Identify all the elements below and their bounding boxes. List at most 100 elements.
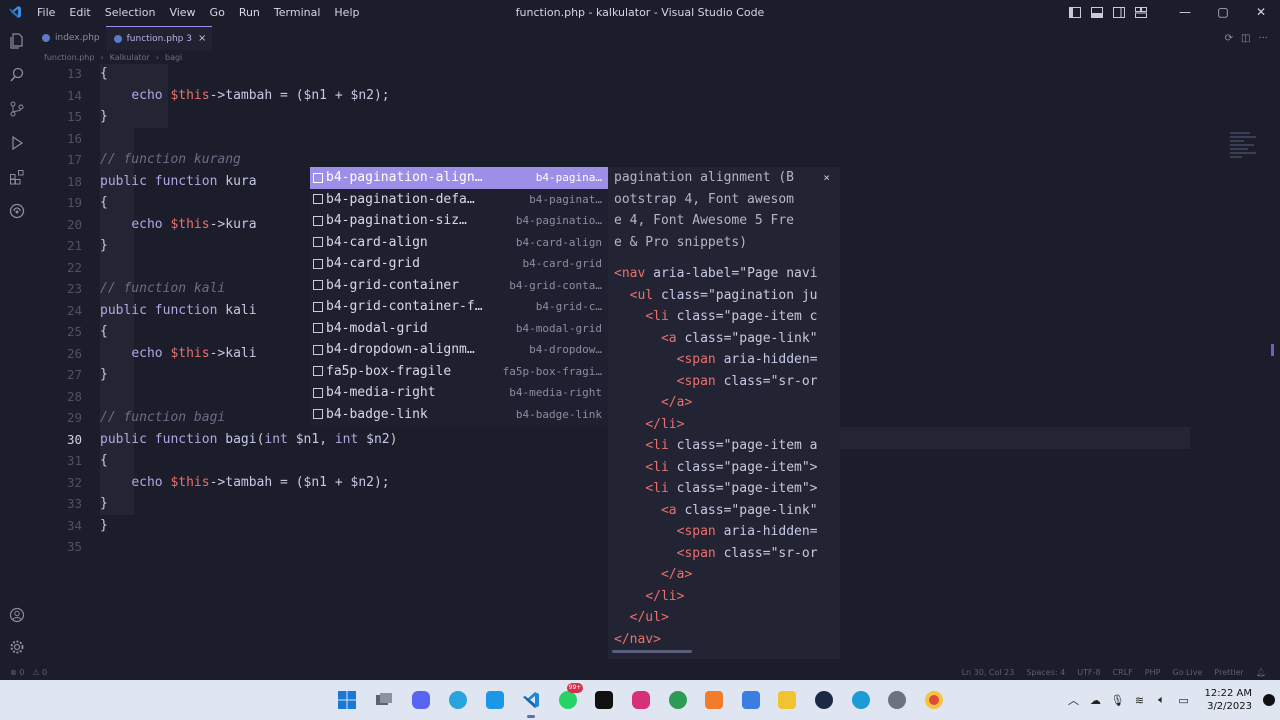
menu-selection[interactable]: Selection [98,6,163,19]
telegram-icon[interactable] [445,687,471,713]
snippet-preview-line: </a> [660,395,693,410]
suggestion-item[interactable]: b4-modal-grid b4-modal-grid [310,318,608,340]
menu-view[interactable]: View [162,6,202,19]
suggestion-item[interactable]: b4-card-grid b4-card-grid [310,253,608,275]
suggestion-item[interactable]: b4-card-align b4-card-align [310,232,608,254]
show-hidden-icons-chevron-icon[interactable]: ︿ [1063,680,1085,720]
store-icon[interactable] [738,687,764,713]
menu-run[interactable]: Run [232,6,267,19]
chat-app-icon[interactable] [482,687,508,713]
suggestion-item[interactable]: b4-pagination-align… b4-pagina… [310,167,608,189]
toggle-secondary-sidebar-icon[interactable] [1108,0,1130,24]
volume-icon[interactable]: 🔈︎ [1151,680,1173,720]
open-changes-icon[interactable]: ⟳ [1225,33,1233,44]
clock[interactable]: 12:22 AM 3/2/2023 [1205,687,1252,713]
explorer-icon[interactable] [0,26,34,56]
accounts-icon[interactable] [0,600,34,630]
snippet-icon [313,258,323,269]
toggle-primary-sidebar-icon[interactable] [1064,0,1086,24]
toggle-panel-icon[interactable] [1086,0,1108,24]
suggestion-label: b4-pagination-align… [326,170,483,186]
suggestion-item[interactable]: b4-pagination-siz… b4-paginatio… [310,210,608,232]
suggestion-item[interactable]: b4-grid-container b4-grid-conta… [310,275,608,297]
customize-layout-icon[interactable] [1130,0,1152,24]
snippet-preview-line: </a> [660,567,693,582]
breadcrumb-class[interactable]: Kalkulator [110,53,150,62]
edge-icon[interactable] [848,687,874,713]
line-number: 32 [66,474,82,490]
go-live-status[interactable]: Go Live [1172,668,1202,677]
microphone-icon[interactable]: 🎙︎ [1107,680,1129,720]
tiktok-icon[interactable] [591,687,617,713]
scrollbar-thumb[interactable] [1271,344,1274,356]
suggestion-item[interactable]: b4-grid-container-f… b4-grid-c… [310,296,608,318]
maximize-icon[interactable]: ▢ [1204,0,1242,24]
steam-icon[interactable] [811,687,837,713]
split-editor-icon[interactable]: ◫ [1241,33,1250,44]
remote-explorer-icon[interactable] [0,196,34,226]
editor-tabs: index.php function.php 3 × ⟳ ◫ ··· [34,26,1280,50]
notifications-bell-icon[interactable]: 🔔︎ [1256,668,1266,677]
snippet-preview-line: <li class="page-item c [645,309,818,324]
onedrive-cloud-icon[interactable]: ☁ [1085,680,1107,720]
more-actions-icon[interactable]: ··· [1258,33,1268,44]
chrome-dev-icon[interactable] [665,687,691,713]
source-control-icon[interactable] [0,94,34,124]
notification-center-icon[interactable] [1258,680,1280,720]
suggestion-item[interactable]: fa5p-box-fragile fa5p-box-fragi… [310,361,608,383]
suggestion-label: b4-badge-link [326,406,428,422]
snippet-preview-line: <li class="page-item"> [645,459,818,475]
suggestion-label: b4-modal-grid [326,320,428,336]
close-icon[interactable]: ✕ [1242,0,1280,24]
eol-status[interactable]: CRLF [1113,668,1133,677]
instagram-icon[interactable] [628,687,654,713]
menu-edit[interactable]: Edit [62,6,97,19]
search-icon[interactable] [0,60,34,90]
battery-icon[interactable]: ▭ [1173,680,1195,720]
suggestion-item[interactable]: b4-dropdown-alignm… b4-dropdow… [310,339,608,361]
minimap[interactable] [1230,130,1260,170]
menu-go[interactable]: Go [203,6,232,19]
extensions-icon[interactable] [0,162,34,192]
cursor-position-status[interactable]: Ln 30, Col 23 [962,668,1015,677]
close-tab-icon[interactable]: × [198,33,206,44]
snippet-icon [313,280,323,291]
discord-icon[interactable] [408,687,434,713]
minimize-icon[interactable]: — [1166,0,1204,24]
task-view-icon[interactable] [371,687,397,713]
vscode-taskbar-icon[interactable] [518,687,544,718]
line-number: 18 [66,173,82,189]
errors-status[interactable]: ⊗ 0 [10,668,24,677]
settings-icon[interactable] [884,687,910,713]
prettier-status[interactable]: Prettier [1214,668,1243,677]
suggestion-item[interactable]: b4-pagination-defa… b4-paginat… [310,189,608,211]
settings-gear-icon[interactable] [0,632,34,662]
menu-file[interactable]: File [30,6,62,19]
suggestion-list: b4-pagination-align… b4-pagina… b4-paginat… [310,167,608,425]
details-scrollbar[interactable] [612,650,692,653]
indentation-status[interactable]: Spaces: 4 [1026,668,1065,677]
chrome-icon[interactable] [921,687,947,713]
encoding-status[interactable]: UTF-8 [1077,668,1100,677]
windows-start-icon[interactable] [334,687,360,713]
file-explorer-icon[interactable] [774,687,800,713]
line-number: 14 [66,87,82,103]
breadcrumb-file[interactable]: function.php [44,53,94,62]
wifi-icon[interactable]: ≋ [1129,680,1151,720]
warnings-status[interactable]: ⚠ 0 [32,668,47,677]
menu-terminal[interactable]: Terminal [267,6,328,19]
run-debug-icon[interactable] [0,128,34,158]
close-details-icon[interactable]: × [823,171,830,184]
details-description-line: ootstrap 4, Font awesom [614,191,795,207]
snippet-preview-line: </li> [645,416,685,432]
tab-index-php[interactable]: index.php [34,26,106,50]
snippet-preview-line: <nav aria-label="Page navi [614,266,818,281]
xampp-icon[interactable] [701,687,727,713]
breadcrumb-method[interactable]: bagi [165,53,182,62]
whatsapp-icon[interactable]: 99+ [555,683,583,713]
tab-function-php[interactable]: function.php 3 × [105,26,213,50]
suggestion-item[interactable]: b4-media-right b4-media-right [310,382,608,404]
language-status[interactable]: PHP [1145,668,1161,677]
suggestion-item[interactable]: b4-badge-link b4-badge-link [310,404,608,426]
menu-help[interactable]: Help [327,6,366,19]
